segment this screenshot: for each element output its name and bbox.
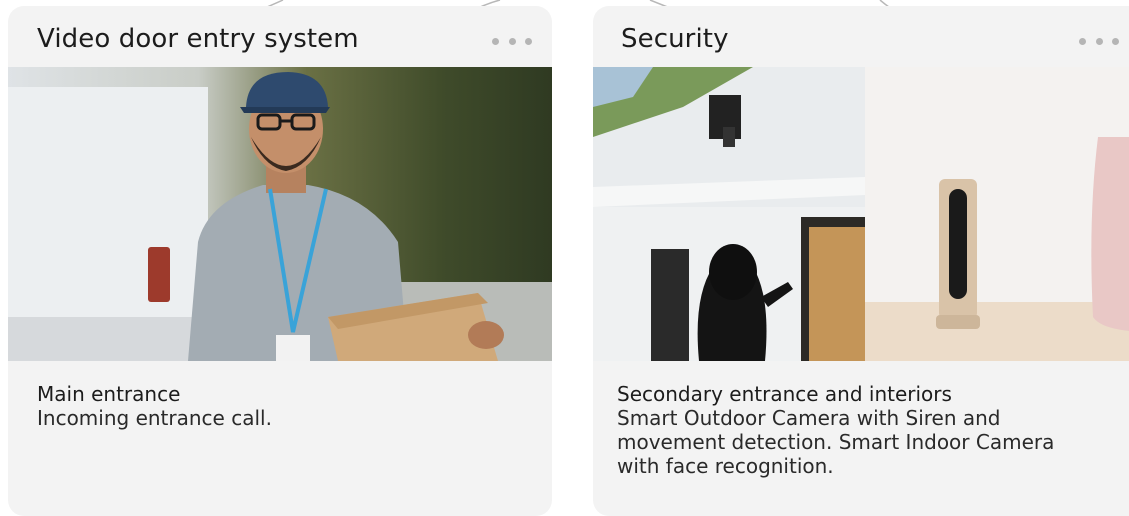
card-header: Video door entry system: [8, 6, 552, 67]
card-subtitle: Secondary entrance and interiors: [617, 382, 952, 406]
card-subtitle: Main entrance: [37, 382, 181, 406]
card-body: Secondary entrance and interiors Smart O…: [617, 382, 1117, 478]
card-image-security-cameras: [593, 67, 1129, 361]
card-description: Incoming entrance call.: [37, 406, 272, 430]
card-security[interactable]: Security Secondary entrance and interior…: [593, 6, 1129, 516]
card-title: Video door entry system: [37, 24, 359, 54]
card-body: Main entrance Incoming entrance call.: [37, 382, 537, 430]
card-description: Smart Outdoor Camera with Siren and move…: [617, 406, 1055, 478]
card-video-door-entry[interactable]: Video door entry system Main entrance In…: [8, 6, 552, 516]
more-options-icon[interactable]: [1079, 35, 1119, 47]
card-header: Security: [593, 6, 1129, 67]
more-options-icon[interactable]: [492, 35, 532, 47]
card-title: Security: [621, 24, 729, 54]
card-image-delivery-person: [8, 67, 552, 361]
